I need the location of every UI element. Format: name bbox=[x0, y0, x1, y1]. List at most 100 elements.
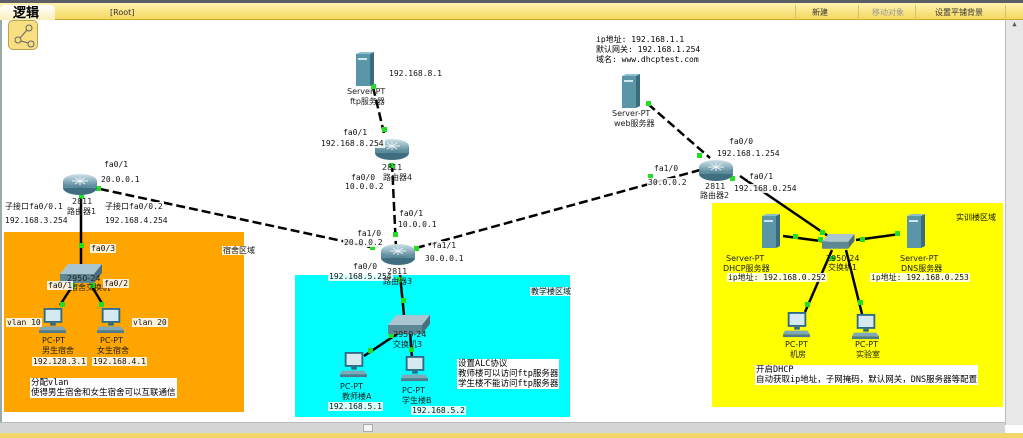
note-line: 设置ALC协议 bbox=[458, 359, 508, 369]
router2-icon[interactable] bbox=[698, 159, 734, 182]
device-model: Server-PT bbox=[726, 254, 765, 263]
port-label: fa0/1 bbox=[103, 160, 130, 169]
port-label: fa0/0 bbox=[728, 137, 755, 146]
port-label: fa1/0 bbox=[356, 229, 383, 238]
pc-student-icon[interactable] bbox=[401, 356, 428, 382]
note-line: 教师楼可以访问ftp服务器 bbox=[458, 369, 559, 379]
pc-teacher-icon[interactable] bbox=[340, 352, 367, 378]
ip-label: ip地址: 192.168.0.253 bbox=[870, 273, 970, 282]
horizontal-scrollbar[interactable] bbox=[0, 422, 1005, 433]
note-line: 开启DHCP bbox=[756, 365, 794, 375]
ip-label: ip地址: 192.168.0.252 bbox=[727, 273, 827, 282]
ip-label: 10.0.0.2 bbox=[344, 182, 385, 191]
vertical-scrollbar[interactable]: ▲ bbox=[1005, 20, 1023, 425]
device-name: DHCP服务器 bbox=[723, 264, 770, 273]
ip-label: 192.128.3.1 bbox=[32, 357, 87, 366]
router3-icon[interactable] bbox=[380, 243, 416, 266]
port-label: fa0/0 bbox=[350, 173, 377, 182]
device-name: 女生宿舍 bbox=[97, 346, 129, 355]
device-model: PC-PT bbox=[855, 340, 879, 349]
pc-lab1-icon[interactable] bbox=[783, 312, 810, 338]
web-server-icon[interactable] bbox=[622, 74, 640, 108]
solid-links bbox=[58, 174, 901, 359]
device-name: ftp服务器 bbox=[350, 97, 385, 106]
device-model: PC-PT bbox=[340, 382, 364, 391]
port-label: fa0/3 bbox=[90, 244, 117, 253]
note-line: 学生楼不能访问ftp服务器 bbox=[458, 379, 559, 389]
device-model: 2950-24 bbox=[393, 330, 427, 339]
ip-label: 20.0.0.2 bbox=[343, 238, 384, 247]
port-label: 子接口fa0/0.1 bbox=[4, 202, 64, 211]
device-name: 机房 bbox=[790, 350, 806, 359]
ip-label: 192.168.5.1 bbox=[328, 402, 383, 411]
device-model: 2811 bbox=[72, 197, 93, 206]
topology-icon bbox=[14, 24, 35, 48]
device-name: 路由器1 bbox=[67, 207, 97, 216]
device-name: 路由器3 bbox=[383, 277, 413, 286]
device-name: 实验室 bbox=[856, 350, 880, 359]
device-name: web服务器 bbox=[614, 119, 655, 128]
port-label: fa1/0 bbox=[653, 164, 680, 173]
note-line: 自动获取ip地址，子网掩码，默认网关，DNS服务器等配置 bbox=[756, 375, 978, 385]
note-line: ip地址: 192.168.1.1 bbox=[596, 35, 685, 44]
link-web-router2 bbox=[647, 103, 711, 159]
device-name: DNS服务器 bbox=[901, 264, 943, 273]
ip-label: 192.168.3.254 bbox=[4, 216, 69, 225]
ip-label: 30.0.0.2 bbox=[647, 178, 688, 187]
device-name: 教师楼A bbox=[342, 392, 372, 401]
device-model: PC-PT bbox=[42, 336, 66, 345]
device-model: 2811 bbox=[387, 267, 408, 276]
device-name: 学生楼B bbox=[402, 396, 432, 405]
ip-label: 192.168.8.254 bbox=[320, 139, 385, 148]
port-label: fa1/1 bbox=[431, 241, 458, 250]
training-note: 开启DHCP 自动获取ip地址，子网掩码，默认网关，DNS服务器等配置 bbox=[755, 365, 979, 385]
ip-label: 20.0.0.1 bbox=[100, 175, 141, 184]
pc-boys-icon[interactable] bbox=[39, 308, 66, 334]
ip-label: 192.168.5.2 bbox=[411, 406, 466, 415]
port-label: 子接口fa0/0.2 bbox=[104, 202, 164, 211]
dorm-note: 分配vlan 使得男生宿舍和女生宿舍可以互联通信 bbox=[30, 378, 177, 398]
ip-label: 192.168.0.254 bbox=[733, 184, 798, 193]
device-model: 2950-24 bbox=[826, 254, 860, 263]
ip-label: 192.168.4.254 bbox=[104, 216, 169, 225]
ip-label: 10.0.0.1 bbox=[397, 220, 438, 229]
device-name: 路由器4 bbox=[383, 173, 413, 182]
vlan-label: vlan 10 bbox=[6, 318, 42, 327]
note-line: 域名: www.dhcptest.com bbox=[596, 55, 699, 64]
port-label: fa0/1 bbox=[748, 172, 775, 181]
port-label: fa0/0 bbox=[352, 262, 379, 271]
router1-icon[interactable] bbox=[62, 173, 98, 196]
device-model: Server-PT bbox=[347, 87, 386, 96]
teaching-zone-label: 教学楼区域 bbox=[530, 287, 572, 296]
ftp-server-icon[interactable] bbox=[356, 52, 374, 86]
scrollbar-thumb[interactable] bbox=[363, 424, 373, 432]
device-model: PC-PT bbox=[785, 340, 809, 349]
pc-lab2-icon[interactable] bbox=[852, 314, 879, 340]
port-label: fa0/2 bbox=[103, 279, 130, 288]
port-label: fa0/1 bbox=[398, 209, 425, 218]
device-name: 男生宿舍 bbox=[42, 346, 74, 355]
pc-girls-icon[interactable] bbox=[97, 308, 124, 334]
port-label: fa0/1 bbox=[342, 128, 369, 137]
switch1-icon[interactable] bbox=[822, 234, 855, 249]
note-line: 默认网关: 192.168.1.254 bbox=[596, 45, 701, 54]
dns-server-icon[interactable] bbox=[907, 214, 925, 248]
device-name: 路由器2 bbox=[700, 191, 730, 200]
port-label: fa0/1 bbox=[47, 281, 74, 290]
device-model: PC-PT bbox=[100, 336, 124, 345]
device-model: PC-PT bbox=[402, 386, 426, 395]
scroll-up-arrow-icon[interactable]: ▲ bbox=[1006, 20, 1023, 28]
note-line: 使得男生宿舍和女生宿舍可以互联通信 bbox=[31, 388, 176, 398]
ip-label: 192.168.8.1 bbox=[388, 69, 443, 78]
dhcp-server-icon[interactable] bbox=[762, 214, 780, 248]
logical-view-icon[interactable] bbox=[8, 20, 38, 50]
ip-label: 192.168.1.254 bbox=[716, 149, 781, 158]
ip-label: 192.168.4.1 bbox=[92, 357, 147, 366]
device-name: 交换机1 bbox=[828, 263, 858, 272]
note-line: 分配vlan bbox=[31, 378, 69, 388]
ip-label: 30.0.0.1 bbox=[424, 254, 465, 263]
device-model: 2811 bbox=[705, 182, 726, 191]
dorm-zone-label: 宿舍区域 bbox=[222, 246, 256, 255]
vlan-label: vlan 20 bbox=[132, 318, 168, 327]
device-model: 2811 bbox=[382, 163, 403, 172]
